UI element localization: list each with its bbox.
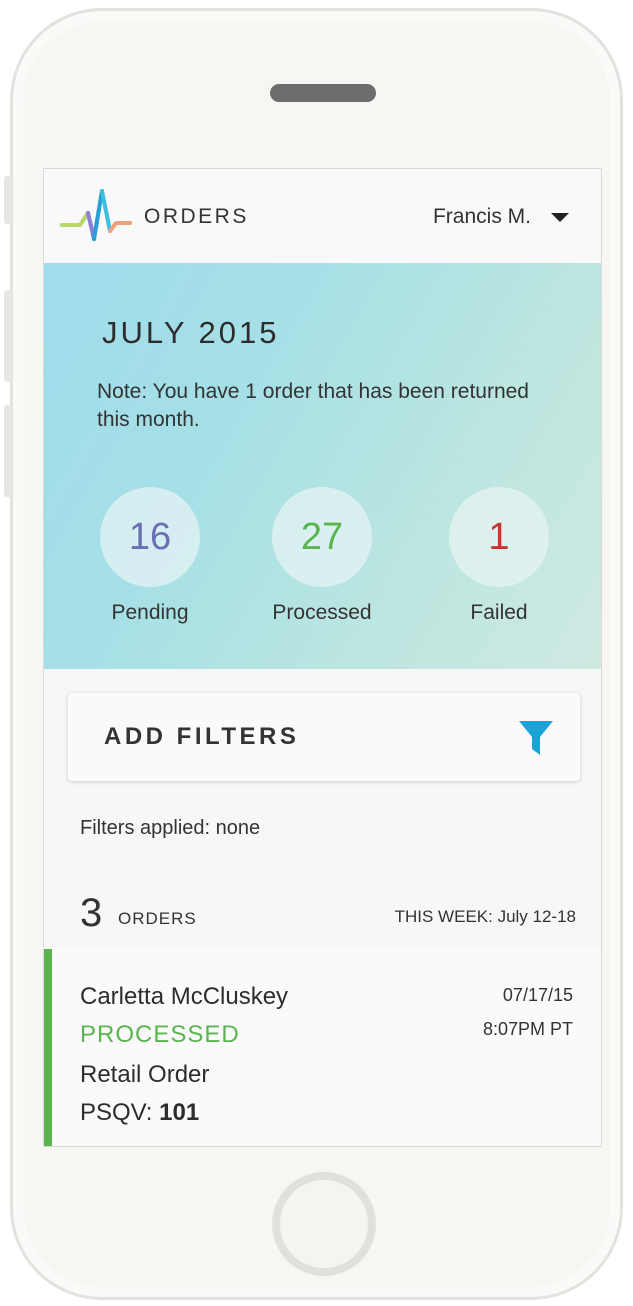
add-filters-button[interactable]: ADD FILTERS	[68, 693, 580, 781]
stat-pending-value: 16	[100, 487, 200, 587]
filters-applied-text: Filters applied: none	[80, 817, 261, 839]
pulse-logo-icon	[60, 189, 132, 241]
order-status: PROCESSED	[80, 1021, 240, 1048]
stat-processed-value: 27	[272, 487, 372, 587]
filter-icon[interactable]	[518, 719, 554, 757]
speaker-grille	[270, 84, 376, 102]
stat-pending[interactable]: 16 Pending	[75, 487, 225, 625]
user-menu-name[interactable]: Francis M.	[433, 205, 531, 229]
add-filters-label: ADD FILTERS	[104, 723, 300, 750]
order-date: 07/17/15	[502, 985, 573, 1005]
stat-pending-label: Pending	[111, 601, 189, 624]
app-header: ORDERS Francis M.	[44, 169, 601, 263]
returns-note: Note: You have 1 order that has been ret…	[97, 380, 529, 431]
volume-up-button	[4, 290, 12, 382]
order-time: 8:07PM PT	[482, 1019, 573, 1039]
order-card[interactable]: Carletta McCluskey PROCESSED Retail Orde…	[44, 949, 601, 1146]
stat-failed-label: Failed	[470, 601, 528, 624]
mute-switch	[4, 176, 12, 224]
stat-processed[interactable]: 27 Processed	[247, 487, 397, 625]
volume-down-button	[4, 405, 12, 497]
orders-count-row: 3 ORDERS THIS WEEK: July 12-18	[80, 891, 576, 935]
order-type: Retail Order	[80, 1061, 210, 1088]
month-title: JULY 2015	[102, 315, 280, 350]
caret-down-icon[interactable]	[551, 213, 569, 222]
home-button[interactable]	[272, 1172, 376, 1276]
month-summary: JULY 2015 Note: You have 1 order that ha…	[44, 263, 601, 669]
order-customer-name: Carletta McCluskey	[80, 983, 289, 1010]
order-psqv-label: PSQV:	[80, 1099, 153, 1126]
stat-processed-label: Processed	[272, 601, 372, 624]
orders-count: 3	[80, 891, 103, 935]
orders-count-label: ORDERS	[118, 909, 197, 928]
period-label: THIS WEEK: July 12-18	[394, 907, 576, 926]
stat-failed[interactable]: 1 Failed	[424, 487, 574, 625]
order-psqv: PSQV: 101	[80, 1099, 199, 1127]
stat-failed-value: 1	[449, 487, 549, 587]
app-screen: ORDERS Francis M. JULY 2015 Note: You ha…	[43, 168, 602, 1147]
order-psqv-value: 101	[159, 1099, 200, 1126]
app-title: ORDERS	[144, 205, 249, 228]
